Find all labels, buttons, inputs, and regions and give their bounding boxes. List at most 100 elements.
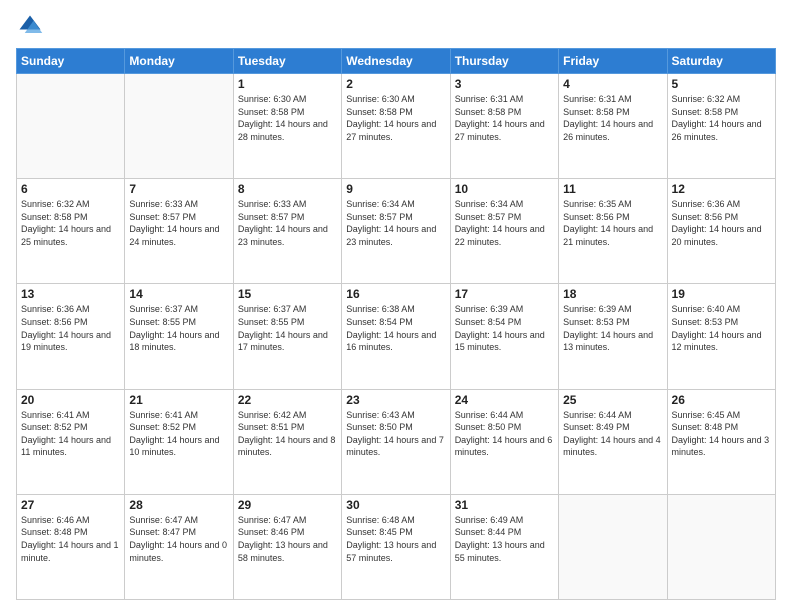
day-info: Sunrise: 6:40 AM Sunset: 8:53 PM Dayligh… [672, 303, 771, 353]
calendar-cell [667, 494, 775, 599]
day-number: 13 [21, 287, 120, 301]
day-info: Sunrise: 6:32 AM Sunset: 8:58 PM Dayligh… [21, 198, 120, 248]
calendar-cell: 3 Sunrise: 6:31 AM Sunset: 8:58 PM Daylig… [450, 74, 558, 179]
calendar-cell: 21 Sunrise: 6:41 AM Sunset: 8:52 PM Dayli… [125, 389, 233, 494]
calendar-cell: 11 Sunrise: 6:35 AM Sunset: 8:56 PM Dayli… [559, 179, 667, 284]
day-number: 11 [563, 182, 662, 196]
day-number: 25 [563, 393, 662, 407]
day-info: Sunrise: 6:37 AM Sunset: 8:55 PM Dayligh… [129, 303, 228, 353]
calendar-cell: 23 Sunrise: 6:43 AM Sunset: 8:50 PM Dayli… [342, 389, 450, 494]
calendar-cell: 31Sunrise: 6:49 AM Sunset: 8:44 PM Dayli… [450, 494, 558, 599]
day-number: 12 [672, 182, 771, 196]
day-info: Sunrise: 6:45 AM Sunset: 8:48 PM Dayligh… [672, 409, 771, 459]
calendar-cell: 28 Sunrise: 6:47 AM Sunset: 8:47 PM Dayli… [125, 494, 233, 599]
calendar-cell: 29 Sunrise: 6:47 AM Sunset: 8:46 PM Dayli… [233, 494, 341, 599]
day-info: Sunrise: 6:31 AM Sunset: 8:58 PM Dayligh… [563, 93, 662, 143]
day-number: 19 [672, 287, 771, 301]
calendar-cell: 30 Sunrise: 6:48 AM Sunset: 8:45 PM Dayli… [342, 494, 450, 599]
day-info: Sunrise: 6:44 AM Sunset: 8:49 PM Dayligh… [563, 409, 662, 459]
day-number: 28 [129, 498, 228, 512]
day-info: Sunrise: 6:37 AM Sunset: 8:55 PM Dayligh… [238, 303, 337, 353]
col-header-thursday: Thursday [450, 49, 558, 74]
calendar-cell: 17Sunrise: 6:39 AM Sunset: 8:54 PM Dayli… [450, 284, 558, 389]
calendar-cell: 22Sunrise: 6:42 AM Sunset: 8:51 PM Dayli… [233, 389, 341, 494]
day-number: 8 [238, 182, 337, 196]
day-info: Sunrise: 6:30 AM Sunset: 8:58 PM Dayligh… [346, 93, 445, 143]
day-info: Sunrise: 6:43 AM Sunset: 8:50 PM Dayligh… [346, 409, 445, 459]
calendar-cell: 20Sunrise: 6:41 AM Sunset: 8:52 PM Dayli… [17, 389, 125, 494]
day-info: Sunrise: 6:31 AM Sunset: 8:58 PM Dayligh… [455, 93, 554, 143]
day-number: 10 [455, 182, 554, 196]
day-number: 7 [129, 182, 228, 196]
day-info: Sunrise: 6:36 AM Sunset: 8:56 PM Dayligh… [672, 198, 771, 248]
day-number: 16 [346, 287, 445, 301]
calendar-cell: 13 Sunrise: 6:36 AM Sunset: 8:56 PM Dayli… [17, 284, 125, 389]
day-number: 15 [238, 287, 337, 301]
day-info: Sunrise: 6:48 AM Sunset: 8:45 PM Dayligh… [346, 514, 445, 564]
calendar-cell [17, 74, 125, 179]
day-number: 6 [21, 182, 120, 196]
day-number: 30 [346, 498, 445, 512]
day-number: 26 [672, 393, 771, 407]
calendar-week-1: 1 Sunrise: 6:30 AM Sunset: 8:58 PM Daylig… [17, 74, 776, 179]
day-info: Sunrise: 6:32 AM Sunset: 8:58 PM Dayligh… [672, 93, 771, 143]
day-number: 23 [346, 393, 445, 407]
calendar-table: SundayMondayTuesdayWednesdayThursdayFrid… [16, 48, 776, 600]
day-info: Sunrise: 6:33 AM Sunset: 8:57 PM Dayligh… [129, 198, 228, 248]
calendar-cell: 24 Sunrise: 6:44 AM Sunset: 8:50 PM Dayli… [450, 389, 558, 494]
logo [16, 12, 48, 40]
calendar-cell: 16 Sunrise: 6:38 AM Sunset: 8:54 PM Dayli… [342, 284, 450, 389]
calendar-cell: 19 Sunrise: 6:40 AM Sunset: 8:53 PM Dayli… [667, 284, 775, 389]
calendar-cell: 26 Sunrise: 6:45 AM Sunset: 8:48 PM Dayli… [667, 389, 775, 494]
col-header-tuesday: Tuesday [233, 49, 341, 74]
calendar-cell: 5 Sunrise: 6:32 AM Sunset: 8:58 PM Daylig… [667, 74, 775, 179]
calendar-week-2: 6 Sunrise: 6:32 AM Sunset: 8:58 PM Daylig… [17, 179, 776, 284]
day-info: Sunrise: 6:49 AM Sunset: 8:44 PM Dayligh… [455, 514, 554, 564]
day-info: Sunrise: 6:30 AM Sunset: 8:58 PM Dayligh… [238, 93, 337, 143]
day-number: 9 [346, 182, 445, 196]
col-header-saturday: Saturday [667, 49, 775, 74]
day-number: 2 [346, 77, 445, 91]
logo-icon [16, 12, 44, 40]
day-number: 22 [238, 393, 337, 407]
page: SundayMondayTuesdayWednesdayThursdayFrid… [0, 0, 792, 612]
calendar-cell: 9 Sunrise: 6:34 AM Sunset: 8:57 PM Daylig… [342, 179, 450, 284]
calendar-cell: 12 Sunrise: 6:36 AM Sunset: 8:56 PM Dayli… [667, 179, 775, 284]
day-info: Sunrise: 6:34 AM Sunset: 8:57 PM Dayligh… [455, 198, 554, 248]
calendar-cell: 2 Sunrise: 6:30 AM Sunset: 8:58 PM Daylig… [342, 74, 450, 179]
day-number: 18 [563, 287, 662, 301]
calendar-cell: 18 Sunrise: 6:39 AM Sunset: 8:53 PM Dayli… [559, 284, 667, 389]
day-info: Sunrise: 6:38 AM Sunset: 8:54 PM Dayligh… [346, 303, 445, 353]
day-info: Sunrise: 6:34 AM Sunset: 8:57 PM Dayligh… [346, 198, 445, 248]
day-info: Sunrise: 6:47 AM Sunset: 8:46 PM Dayligh… [238, 514, 337, 564]
day-info: Sunrise: 6:47 AM Sunset: 8:47 PM Dayligh… [129, 514, 228, 564]
header [16, 12, 776, 40]
day-number: 20 [21, 393, 120, 407]
day-number: 1 [238, 77, 337, 91]
day-info: Sunrise: 6:39 AM Sunset: 8:53 PM Dayligh… [563, 303, 662, 353]
calendar-week-4: 20 Sunrise: 6:41 AM Sunset: 8:52 PM Dayli… [17, 389, 776, 494]
calendar-cell [559, 494, 667, 599]
col-header-monday: Monday [125, 49, 233, 74]
calendar-cell: 10 Sunrise: 6:34 AM Sunset: 8:57 PM Dayli… [450, 179, 558, 284]
day-info: Sunrise: 6:36 AM Sunset: 8:56 PM Dayligh… [21, 303, 120, 353]
calendar-cell: 14Sunrise: 6:37 AM Sunset: 8:55 PM Dayli… [125, 284, 233, 389]
calendar-cell: 4 Sunrise: 6:31 AM Sunset: 8:58 PM Daylig… [559, 74, 667, 179]
calendar-cell [125, 74, 233, 179]
calendar-week-3: 13 Sunrise: 6:36 AM Sunset: 8:56 PM Dayli… [17, 284, 776, 389]
calendar-header-row: SundayMondayTuesdayWednesdayThursdayFrid… [17, 49, 776, 74]
day-number: 5 [672, 77, 771, 91]
day-info: Sunrise: 6:41 AM Sunset: 8:52 PM Dayligh… [129, 409, 228, 459]
calendar-cell: 15 Sunrise: 6:37 AM Sunset: 8:55 PM Dayli… [233, 284, 341, 389]
day-info: Sunrise: 6:35 AM Sunset: 8:56 PM Dayligh… [563, 198, 662, 248]
col-header-friday: Friday [559, 49, 667, 74]
day-number: 29 [238, 498, 337, 512]
calendar-week-5: 27Sunrise: 6:46 AM Sunset: 8:48 PM Dayli… [17, 494, 776, 599]
day-info: Sunrise: 6:46 AM Sunset: 8:48 PM Dayligh… [21, 514, 120, 564]
day-number: 24 [455, 393, 554, 407]
day-number: 4 [563, 77, 662, 91]
day-number: 3 [455, 77, 554, 91]
day-number: 21 [129, 393, 228, 407]
calendar-cell: 25 Sunrise: 6:44 AM Sunset: 8:49 PM Dayli… [559, 389, 667, 494]
day-info: Sunrise: 6:44 AM Sunset: 8:50 PM Dayligh… [455, 409, 554, 459]
